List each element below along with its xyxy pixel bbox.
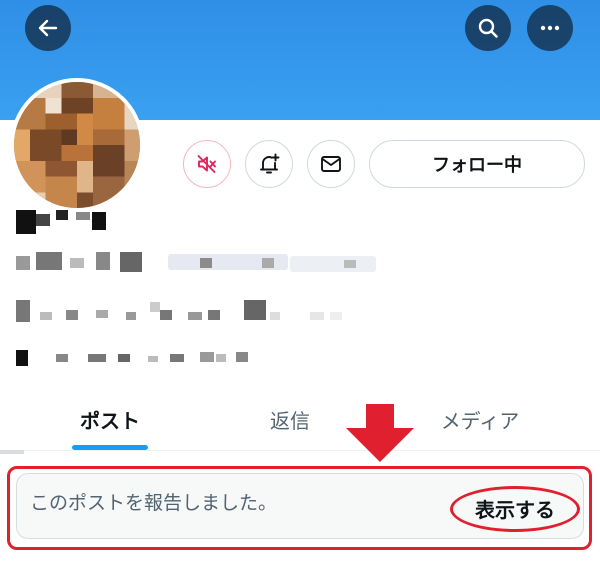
arrow-left-icon bbox=[38, 19, 58, 37]
active-tab-indicator bbox=[72, 445, 148, 450]
envelope-icon bbox=[321, 156, 341, 172]
muted-speaker-icon bbox=[197, 155, 216, 173]
show-post-button[interactable]: 表示する bbox=[452, 487, 578, 529]
bell-plus-icon bbox=[260, 153, 280, 174]
avatar[interactable] bbox=[10, 78, 144, 212]
reported-notice-text: このポストを報告しました。 bbox=[30, 492, 278, 514]
more-button[interactable] bbox=[527, 5, 573, 51]
search-icon bbox=[478, 18, 498, 38]
tab-media[interactable]: メディア bbox=[410, 388, 550, 450]
following-button[interactable]: フォロー中 bbox=[369, 140, 585, 188]
down-arrow-annotation bbox=[346, 404, 414, 462]
search-button[interactable] bbox=[465, 5, 511, 51]
back-button[interactable] bbox=[25, 5, 71, 51]
notify-button[interactable] bbox=[245, 140, 293, 188]
message-button[interactable] bbox=[307, 140, 355, 188]
more-dots-icon bbox=[540, 25, 560, 31]
mute-button[interactable] bbox=[183, 140, 231, 188]
divider-fragment bbox=[0, 450, 24, 454]
profile-screen: フォロー中 ポスト 返信 メディア このポストを報告しました。 表示する bbox=[0, 0, 600, 564]
tab-replies[interactable]: 返信 bbox=[220, 388, 360, 450]
tab-posts[interactable]: ポスト bbox=[40, 388, 180, 450]
profile-tabs: ポスト 返信 メディア bbox=[0, 388, 600, 451]
